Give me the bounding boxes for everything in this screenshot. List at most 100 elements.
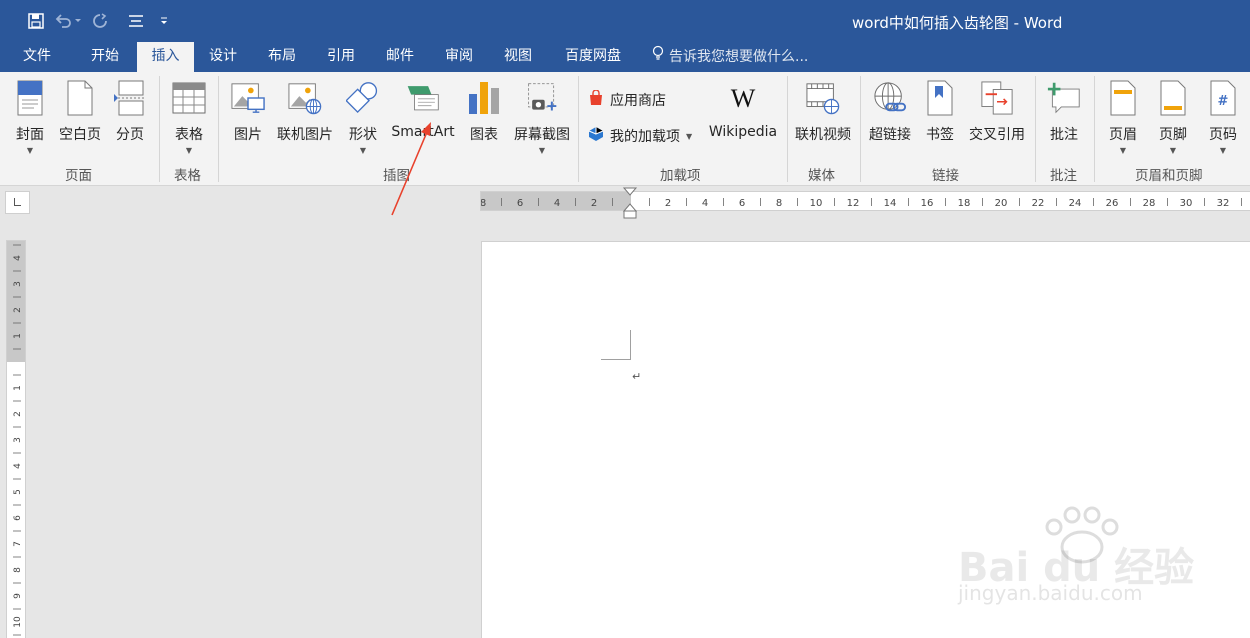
ruler-label: 6 [13,515,23,521]
chevron-down-icon: ▼ [538,146,546,155]
blank-page-button[interactable]: 空白页 [56,78,104,158]
wikipedia-label: Wikipedia [708,124,778,140]
title-bar: word中如何插入齿轮图 - Word [0,0,1250,42]
tab-view[interactable]: 视图 [493,42,543,72]
my-addins-button[interactable]: 我的加载项 ▼ [588,124,692,148]
quick-access-toolbar [22,10,178,32]
group-divider [159,76,160,182]
online-video-button[interactable]: 联机视频 [792,78,854,158]
footer-button[interactable]: 页脚 ▼ [1153,78,1193,158]
ruler-label: 5 [13,489,23,495]
tab-mailings[interactable]: 邮件 [375,42,425,72]
cross-reference-label: 交叉引用 [969,127,1025,143]
ruler-label: 7 [13,541,23,547]
blank-page-icon [63,78,97,118]
bookmark-button[interactable]: 书签 [922,78,958,158]
tab-insert[interactable]: 插入 [137,42,194,72]
ruler-label: 26 [1106,198,1119,209]
chevron-down-icon: ▼ [1119,146,1127,155]
table-button[interactable]: 表格 ▼ [169,78,209,158]
blank-page-label: 空白页 [59,127,101,143]
ruler-label: 2 [665,198,671,209]
shapes-icon [346,78,380,118]
comment-icon [1047,78,1081,118]
touch-mode-icon[interactable] [122,10,150,32]
store-icon [588,89,604,110]
screenshot-icon [525,78,559,118]
page-number-icon: # [1206,78,1240,118]
online-picture-icon [288,78,322,118]
screenshot-button[interactable]: 屏幕截图 ▼ [510,78,574,158]
header-button[interactable]: 页眉 ▼ [1103,78,1143,158]
ruler-label: 10 [13,616,23,628]
cross-reference-icon [980,78,1014,118]
indent-marker[interactable] [623,186,637,220]
ruler-label: 8 [776,198,782,209]
tab-home[interactable]: 开始 [80,42,130,72]
vertical-ruler[interactable]: 4 3 2 1 1 2 3 4 5 6 7 8 9 10 [6,240,26,638]
tab-layout[interactable]: 布局 [257,42,307,72]
ruler-label: 4 [13,255,23,261]
tell-me-box[interactable]: 告诉我您想要做什么... [652,42,808,72]
hyperlink-label: 超链接 [869,127,911,143]
chart-icon [467,78,501,118]
pictures-button[interactable]: 图片 [228,78,268,158]
tab-review[interactable]: 审阅 [434,42,484,72]
comment-button[interactable]: 批注 [1042,78,1086,158]
group-divider [860,76,861,182]
cover-page-label: 封面 [16,127,44,143]
ruler-label: 18 [958,198,971,209]
hyperlink-button[interactable]: 超链接 [866,78,914,158]
ruler-label: 8 [13,567,23,573]
table-icon [172,78,206,118]
margin-corner-mark [601,330,631,360]
customize-qat-icon[interactable] [150,10,178,32]
tab-selector[interactable] [5,191,30,214]
tab-file[interactable]: 文件 [12,42,62,72]
group-divider [1094,76,1095,182]
ruler-label: 16 [921,198,934,209]
ruler-label: 10 [810,198,823,209]
tab-design[interactable]: 设计 [198,42,248,72]
tab-baidu-netdisk[interactable]: 百度网盘 [556,42,630,72]
ruler-label: 12 [847,198,860,209]
shapes-label: 形状 [349,127,377,143]
save-icon[interactable] [22,10,50,32]
ribbon-tabs: 文件 开始 插入 设计 布局 引用 邮件 审阅 视图 百度网盘 告诉我您想要做什… [0,42,1250,72]
store-button[interactable]: 应用商店 [588,88,666,112]
ruler-label: 3 [13,281,23,287]
online-video-icon [806,78,840,118]
ruler-label: 4 [702,198,708,209]
redo-icon[interactable] [86,10,114,32]
group-label-comments: 批注 [1050,168,1077,184]
page-break-label: 分页 [116,127,144,143]
online-pictures-button[interactable]: 联机图片 [273,78,337,158]
tab-references[interactable]: 引用 [316,42,366,72]
ruler-label: 2 [591,198,597,209]
undo-icon[interactable] [50,10,86,32]
shapes-button[interactable]: 形状 ▼ [343,78,383,158]
cover-page-button[interactable]: 封面 ▼ [10,78,50,158]
cross-reference-button[interactable]: 交叉引用 [966,78,1028,158]
footer-icon [1156,78,1190,118]
screenshot-label: 屏幕截图 [514,127,570,143]
horizontal-ruler-scale: 86422468101214161820222426283032 [481,198,1242,209]
ruler-label: 28 [1143,198,1156,209]
header-icon [1106,78,1140,118]
vertical-ruler-scale: 4 3 2 1 1 2 3 4 5 6 7 8 9 10 [13,244,23,636]
group-label-header-footer: 页眉和页脚 [1135,168,1203,184]
page-break-button[interactable]: 分页 [110,78,150,158]
lightbulb-icon [652,43,664,72]
group-divider [1035,76,1036,182]
horizontal-ruler[interactable]: 86422468101214161820222426283032 [480,191,1250,211]
chevron-down-icon: ▼ [1219,146,1227,155]
wikipedia-button[interactable]: W Wikipedia [704,78,782,158]
chart-button[interactable]: 图表 [466,78,502,158]
page-number-button[interactable]: # 页码 ▼ [1203,78,1243,158]
bookmark-label: 书签 [926,127,954,143]
bookmark-icon [923,78,957,118]
paragraph-mark[interactable]: ↵ [632,370,641,383]
ruler-label: 9 [13,593,23,599]
chevron-down-icon: ▼ [1169,146,1177,155]
store-label: 应用商店 [610,93,666,109]
